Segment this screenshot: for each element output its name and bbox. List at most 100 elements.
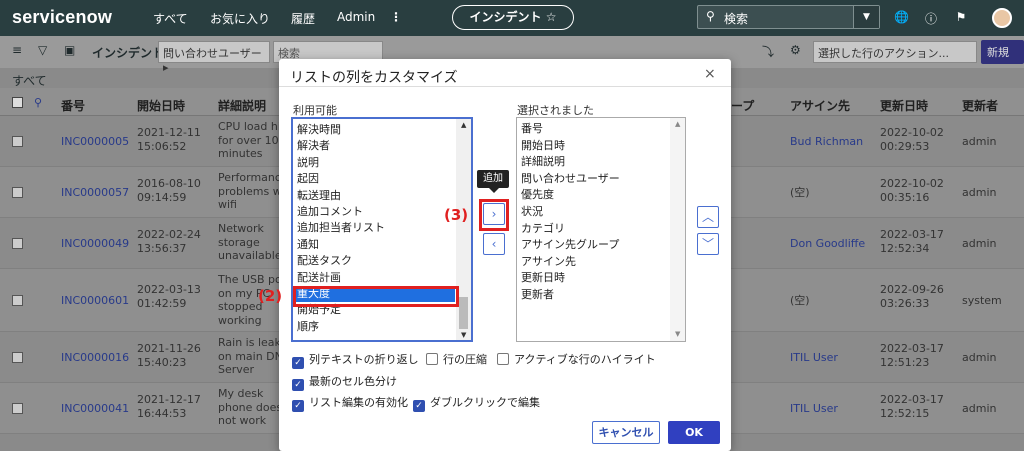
- assigned-to-cell[interactable]: ITIL User: [790, 402, 838, 416]
- hamburger-icon[interactable]: ≡: [12, 43, 22, 57]
- available-option[interactable]: 通知: [293, 237, 455, 253]
- selected-option[interactable]: 詳細説明: [517, 154, 667, 171]
- checkbox-unchecked[interactable]: [426, 353, 438, 365]
- incident-number-link[interactable]: INC0000057: [61, 186, 129, 200]
- column-header-assigned-to[interactable]: アサイン先: [790, 97, 850, 114]
- row-checkbox[interactable]: [12, 186, 23, 198]
- wrap-text-option[interactable]: ✓ 列テキストの折り返し: [292, 351, 419, 369]
- selected-option[interactable]: 問い合わせユーザー: [517, 171, 667, 188]
- bell-icon[interactable]: ⚑: [954, 10, 968, 24]
- row-checkbox[interactable]: [12, 351, 23, 363]
- available-option[interactable]: 配送計画: [293, 270, 455, 286]
- dialog-divider: [279, 86, 731, 87]
- selected-option[interactable]: 更新日時: [517, 270, 667, 287]
- cancel-button[interactable]: キャンセル: [592, 421, 660, 444]
- available-option[interactable]: 転送理由: [293, 188, 455, 204]
- select-all-checkbox[interactable]: [12, 97, 23, 108]
- pin-icon[interactable]: ⤵: [762, 43, 774, 60]
- incident-number-link[interactable]: INC0000049: [61, 237, 129, 251]
- remove-column-button[interactable]: ‹: [483, 233, 505, 255]
- gear-icon[interactable]: ⚙: [790, 43, 801, 57]
- column-header-number[interactable]: 番号: [61, 97, 85, 114]
- filter-icon[interactable]: ▽: [38, 43, 47, 57]
- avatar[interactable]: [992, 8, 1012, 28]
- available-option[interactable]: 起因: [293, 171, 455, 187]
- updated-cell-line: 12:52:34: [880, 241, 930, 255]
- row-checkbox[interactable]: [12, 135, 23, 147]
- column-header-updated[interactable]: 更新日時: [880, 97, 928, 114]
- selected-columns-list[interactable]: 番号 開始日時 詳細説明 問い合わせユーザー 優先度 状況 カテゴリ アサイン先グループ アサイ…: [516, 117, 686, 342]
- selected-option[interactable]: 番号: [517, 121, 667, 138]
- updated-by-cell: admin: [962, 401, 997, 415]
- row-checkbox[interactable]: [12, 294, 23, 306]
- updated-cell: 2022-03-17 12:51:23: [880, 342, 944, 369]
- global-search-input[interactable]: ⚲ 検索 ▼: [697, 5, 880, 29]
- incident-number-link[interactable]: INC0000005: [61, 135, 129, 149]
- comment-icon[interactable]: ▣: [64, 43, 75, 57]
- available-option[interactable]: 追加コメント: [293, 204, 455, 220]
- search-dropdown-icon[interactable]: ▼: [853, 6, 879, 28]
- column-header-opened[interactable]: 開始日時: [137, 97, 185, 114]
- context-pill[interactable]: インシデント ☆: [452, 5, 574, 30]
- opened-cell: 2022-02-24 13:56:37: [137, 228, 201, 255]
- move-up-button[interactable]: ︿: [697, 206, 719, 228]
- ok-button[interactable]: OK: [668, 421, 720, 444]
- selected-option[interactable]: アサイン先グループ: [517, 237, 667, 254]
- double-click-edit-option[interactable]: ✓ ダブルクリックで編集: [413, 394, 540, 412]
- more-menu-icon[interactable]: ⋮: [390, 10, 402, 24]
- close-icon[interactable]: ×: [704, 66, 716, 82]
- row-actions-select[interactable]: 選択した行のアクション...: [813, 41, 977, 63]
- highlight-active-row-option[interactable]: アクティブな行のハイライト: [497, 351, 656, 367]
- available-columns-list[interactable]: 解決時間 解決者 説明 起因 転送理由 追加コメント 追加担当者リスト 通知 配送タスク 配送計画…: [291, 117, 473, 342]
- updated-by-cell: system: [962, 293, 1002, 307]
- checkbox-checked[interactable]: ✓: [292, 379, 304, 391]
- checkbox-unchecked[interactable]: [497, 353, 509, 365]
- available-option[interactable]: 追加担当者リスト: [293, 220, 455, 236]
- selected-option[interactable]: 優先度: [517, 187, 667, 204]
- opened-cell-line: 15:40:23: [137, 355, 187, 369]
- column-header-description[interactable]: 詳細説明: [218, 97, 266, 114]
- checkbox-checked[interactable]: ✓: [413, 400, 425, 412]
- selected-option[interactable]: 更新者: [517, 287, 667, 304]
- assigned-to-cell[interactable]: Bud Richman: [790, 135, 863, 149]
- nav-admin[interactable]: Admin: [337, 10, 375, 24]
- assigned-to-cell[interactable]: Don Goodliffe: [790, 237, 865, 251]
- help-icon[interactable]: ⓘ: [924, 10, 938, 27]
- available-option[interactable]: 解決者: [293, 138, 455, 154]
- incident-number-link[interactable]: INC0000016: [61, 351, 129, 365]
- add-column-button[interactable]: ›: [483, 203, 505, 225]
- incident-number-link[interactable]: INC0000601: [61, 294, 129, 308]
- checkbox-checked[interactable]: ✓: [292, 400, 304, 412]
- breadcrumb[interactable]: すべて: [12, 72, 47, 89]
- row-checkbox[interactable]: [12, 237, 23, 249]
- modern-cell-coloring-option[interactable]: ✓ 最新のセル色分け: [292, 373, 397, 391]
- updated-cell-line: 12:51:23: [880, 355, 930, 369]
- new-button[interactable]: 新規: [981, 40, 1024, 64]
- nav-history[interactable]: 履歴: [291, 10, 315, 27]
- globe-icon[interactable]: 🌐: [894, 10, 909, 24]
- row-checkbox[interactable]: [12, 402, 23, 414]
- filter-field-select[interactable]: 問い合わせユーザー ▸: [158, 41, 270, 74]
- incident-number-link[interactable]: INC0000041: [61, 402, 129, 416]
- move-down-button[interactable]: ﹀: [697, 233, 719, 255]
- column-header-assignment-group[interactable]: ープ: [731, 97, 754, 114]
- selected-option[interactable]: アサイン先: [517, 254, 667, 271]
- enable-list-edit-option[interactable]: ✓ リスト編集の有効化: [292, 394, 408, 412]
- compact-rows-option[interactable]: 行の圧縮: [426, 351, 487, 367]
- selected-option[interactable]: 開始日時: [517, 138, 667, 155]
- column-header-updated-by[interactable]: 更新者: [962, 97, 998, 114]
- servicenow-logo[interactable]: servicenow: [12, 7, 112, 28]
- available-option[interactable]: 順序: [293, 319, 455, 335]
- column-search-icon[interactable]: ⚲: [34, 96, 42, 109]
- available-option[interactable]: 説明: [293, 155, 455, 171]
- nav-favorites[interactable]: お気に入り: [210, 10, 270, 27]
- selected-option[interactable]: 状況: [517, 204, 667, 221]
- assigned-to-cell[interactable]: ITIL User: [790, 351, 838, 365]
- nav-all[interactable]: すべて: [153, 10, 188, 27]
- selected-scrollbar[interactable]: ▲ ▼: [670, 118, 685, 341]
- available-option[interactable]: 解決時間: [293, 122, 455, 138]
- available-option[interactable]: 配送タスク: [293, 253, 455, 269]
- opened-cell-line: 2021-12-11: [137, 126, 201, 139]
- selected-option[interactable]: カテゴリ: [517, 221, 667, 238]
- checkbox-checked[interactable]: ✓: [292, 357, 304, 369]
